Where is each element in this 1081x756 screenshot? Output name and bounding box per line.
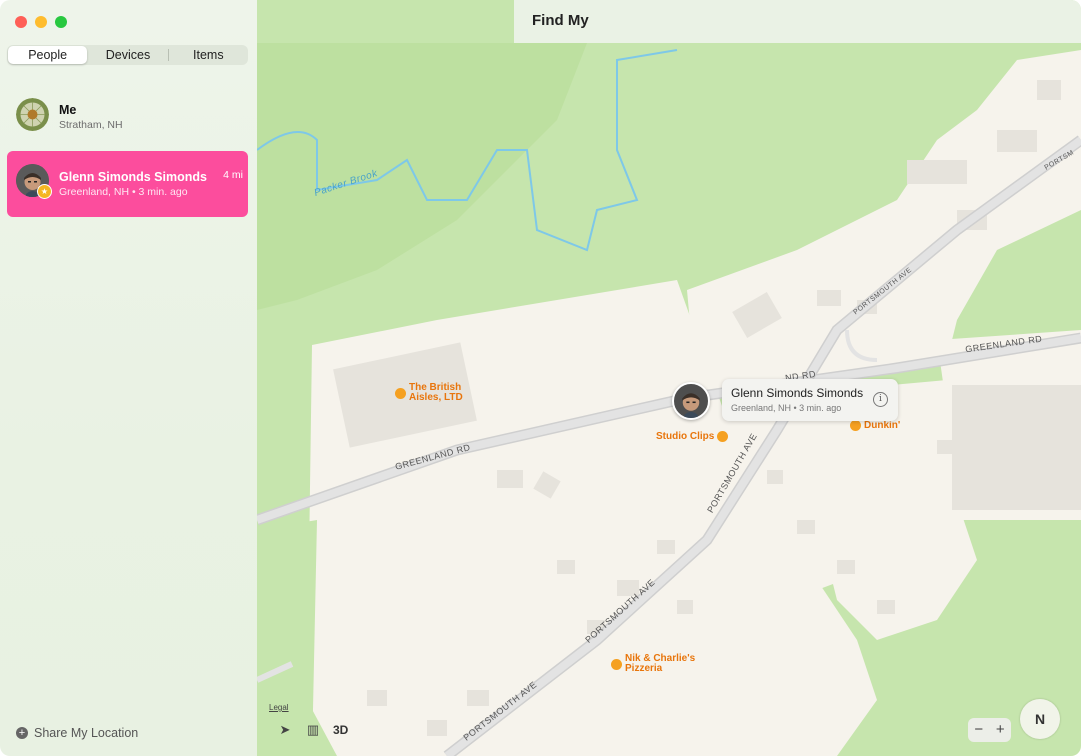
person-name: Glenn Simonds Simonds (59, 170, 207, 184)
map-canvas (257, 43, 1081, 756)
zoom-in-button[interactable]: + (990, 718, 1012, 742)
callout-sub: Greenland, NH • 3 min. ago (731, 403, 842, 413)
person-location: Stratham, NH (59, 119, 123, 131)
plus-circle-icon: + (16, 727, 28, 739)
legal-link[interactable]: Legal (269, 703, 289, 712)
favorite-star-icon: ★ (37, 184, 52, 199)
map-icon[interactable]: ▥ (305, 722, 321, 738)
person-me[interactable]: Me Stratham, NH (7, 85, 248, 151)
poi-name: Dunkin' (864, 420, 901, 432)
compass-icon[interactable]: N (1020, 699, 1060, 739)
compass-north-label: N (1034, 711, 1046, 727)
map-view[interactable]: Find My Packer Brook GREENLAND RD GREENL… (257, 0, 1081, 756)
coffee-icon (850, 420, 861, 431)
callout-name: Glenn Simonds Simonds (731, 386, 864, 400)
poi-name-line: Pizzeria (625, 663, 663, 674)
person-distance: 4 mi (223, 169, 243, 181)
tab-people[interactable]: People (8, 46, 88, 64)
shopping-icon (395, 387, 406, 399)
tab-devices[interactable]: Devices (88, 45, 167, 65)
scissors-icon (717, 431, 729, 442)
map-controls: ➤ ▥ 3D (277, 718, 363, 742)
window-title: Find My (532, 12, 589, 29)
window-controls (15, 16, 67, 28)
title-bar: Find My (514, 0, 1081, 43)
poi-nik-charlies[interactable]: Nik & Charlie's Pizzeria (611, 654, 695, 674)
person-location: Greenland, NH • 3 min. ago (59, 186, 188, 198)
close-button[interactable] (15, 16, 27, 28)
poi-name: Studio Clips (656, 431, 715, 443)
zoom-out-button[interactable]: − (968, 718, 990, 742)
tab-bar: People Devices Items (7, 45, 248, 65)
location-arrow-icon[interactable]: ➤ (277, 722, 293, 738)
location-callout[interactable]: Glenn Simonds Simonds Greenland, NH • 3 … (722, 379, 898, 421)
map-person-marker[interactable] (672, 382, 710, 420)
zoom-control: − + (968, 718, 1011, 742)
tab-items[interactable]: Items (169, 45, 248, 65)
share-my-location-button[interactable]: + Share My Location (16, 726, 138, 740)
sidebar: People Devices Items Me Stratham, NH ★ G… (0, 0, 258, 756)
share-label: Share My Location (34, 726, 139, 740)
find-my-window: People Devices Items Me Stratham, NH ★ G… (0, 0, 1081, 756)
pizza-icon (611, 658, 622, 670)
person-name: Me (59, 103, 77, 117)
zoom-button[interactable] (55, 16, 67, 28)
avatar-me (16, 98, 49, 131)
poi-british-aisles[interactable]: The British Aisles, LTD (395, 383, 463, 403)
info-icon[interactable]: i (873, 392, 888, 407)
person-glenn[interactable]: ★ Glenn Simonds Simonds Greenland, NH • … (7, 151, 248, 217)
poi-name-line: Aisles, LTD (409, 392, 463, 403)
minimize-button[interactable] (35, 16, 47, 28)
poi-studio-clips[interactable]: Studio Clips (656, 431, 731, 442)
poi-dunkin[interactable]: Dunkin' (850, 420, 900, 431)
3d-button[interactable]: 3D (333, 723, 348, 737)
